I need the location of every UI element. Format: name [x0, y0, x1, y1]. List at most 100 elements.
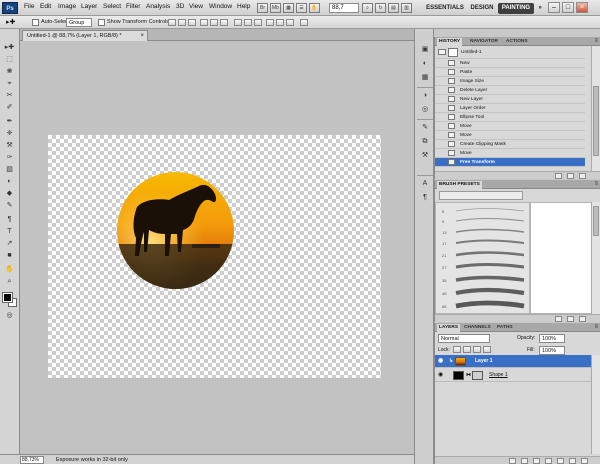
- tab-navigator[interactable]: NAVIGATOR: [468, 38, 500, 46]
- workspace-essentials[interactable]: ESSENTIALS: [424, 3, 466, 14]
- blend-mode-dropdown[interactable]: Normal: [438, 334, 490, 343]
- auto-select-dropdown[interactable]: Group: [66, 18, 92, 27]
- new-group-icon[interactable]: [557, 458, 564, 464]
- foreground-color-swatch[interactable]: [2, 292, 13, 303]
- hand-tool-icon[interactable]: ✋: [3, 265, 16, 274]
- zoom-level-field[interactable]: 88,7: [329, 3, 359, 13]
- new-brush-icon[interactable]: [567, 316, 574, 322]
- tab-brush-presets[interactable]: BRUSH PRESETS: [437, 181, 482, 189]
- lock-position-icon[interactable]: [473, 346, 481, 353]
- align-bottom-icon[interactable]: [188, 19, 196, 26]
- clone-stamp-tool-icon[interactable]: ⚒: [3, 141, 16, 150]
- shape-1-name[interactable]: Shape 1: [489, 369, 508, 382]
- chain-link-icon[interactable]: ⧓: [466, 372, 471, 379]
- distribute-left-icon[interactable]: [266, 19, 274, 26]
- zoom-tool-icon[interactable]: ⌕: [3, 277, 16, 286]
- layers-panel-menu-icon[interactable]: ≡: [594, 323, 598, 332]
- history-state[interactable]: New Layer: [435, 95, 585, 104]
- new-layer-icon[interactable]: [569, 458, 576, 464]
- lock-all-icon[interactable]: [483, 346, 491, 353]
- path-selection-tool-icon[interactable]: ↗: [3, 239, 16, 248]
- status-info-text[interactable]: Exposure works in 32-bit only: [56, 456, 128, 464]
- add-layer-style-icon[interactable]: [521, 458, 528, 464]
- menu-view[interactable]: View: [189, 3, 203, 10]
- history-snapshot[interactable]: Untitled-1: [435, 46, 585, 59]
- gradient-tool-icon[interactable]: ◐: [3, 177, 16, 186]
- swatches-panel-icon[interactable]: ▦: [419, 73, 431, 83]
- shape-tool-icon[interactable]: ■: [3, 251, 16, 260]
- layer-1-name[interactable]: Layer 1: [475, 355, 493, 368]
- history-state[interactable]: Delete Layer: [435, 86, 585, 95]
- layer-row-shape-1[interactable]: ◉ ⧓ Shape 1: [435, 369, 591, 382]
- history-state[interactable]: Move: [435, 149, 585, 158]
- blur-tool-icon[interactable]: ◆: [3, 189, 16, 198]
- tab-paths[interactable]: PATHS: [495, 324, 515, 332]
- delete-layer-icon[interactable]: [581, 458, 588, 464]
- brush-panel-icon[interactable]: ✎: [419, 123, 431, 133]
- quick-mask-icon[interactable]: ◎: [3, 311, 16, 320]
- menu-help[interactable]: Help: [237, 3, 250, 10]
- menu-window[interactable]: Window: [209, 3, 232, 10]
- distribute-right-icon[interactable]: [286, 19, 294, 26]
- history-scroll-thumb[interactable]: [593, 86, 599, 156]
- dodge-tool-icon[interactable]: ✎: [3, 201, 16, 210]
- align-left-icon[interactable]: [200, 19, 208, 26]
- history-state[interactable]: Free Transform: [435, 158, 585, 167]
- move-tool-preset-icon[interactable]: ▸✚: [6, 18, 15, 26]
- tab-layers[interactable]: LAYERS: [437, 324, 461, 332]
- workspace-design[interactable]: DESIGN: [468, 3, 496, 14]
- history-panel-menu-icon[interactable]: ≡: [594, 37, 598, 46]
- pen-tool-icon[interactable]: ¶: [3, 215, 16, 224]
- document-canvas[interactable]: [48, 135, 381, 378]
- screen-mode-icon[interactable]: ▥: [401, 3, 412, 13]
- menu-3d[interactable]: 3D: [176, 3, 184, 10]
- distribute-vcenter-icon[interactable]: [244, 19, 252, 26]
- brush-presets-menu-icon[interactable]: ≡: [594, 180, 598, 189]
- tool-presets-panel-icon[interactable]: ⚒: [419, 151, 431, 161]
- paragraph-panel-icon[interactable]: ¶: [419, 193, 431, 203]
- new-snapshot-icon[interactable]: [567, 173, 574, 179]
- lock-transparency-icon[interactable]: [453, 346, 461, 353]
- opacity-field[interactable]: 100%: [539, 334, 565, 343]
- mini-bridge-panel-icon[interactable]: ▣: [419, 45, 431, 55]
- lasso-tool-icon[interactable]: ❀: [3, 67, 16, 76]
- quick-selection-tool-icon[interactable]: ⌖: [3, 79, 16, 88]
- align-right-icon[interactable]: [220, 19, 228, 26]
- crop-tool-icon[interactable]: ✂: [3, 91, 16, 100]
- brush-presets-scroll-thumb[interactable]: [593, 206, 599, 236]
- status-zoom-field[interactable]: 88,73%: [20, 456, 44, 464]
- history-state[interactable]: Paste: [435, 68, 585, 77]
- auto-select-checkbox[interactable]: [32, 19, 39, 26]
- minimize-button[interactable]: –: [548, 2, 560, 13]
- delete-state-icon[interactable]: [579, 173, 586, 179]
- delete-brush-icon[interactable]: [579, 316, 586, 322]
- distribute-bottom-icon[interactable]: [254, 19, 262, 26]
- menu-image[interactable]: Image: [58, 3, 76, 10]
- fill-field[interactable]: 100%: [539, 346, 565, 355]
- distribute-hcenter-icon[interactable]: [276, 19, 284, 26]
- healing-brush-tool-icon[interactable]: ✒: [3, 117, 16, 126]
- history-state[interactable]: Image Size: [435, 77, 585, 86]
- masks-panel-icon[interactable]: ◎: [419, 105, 431, 115]
- canvas-area[interactable]: [20, 41, 414, 454]
- tab-channels[interactable]: CHANNELS: [462, 324, 493, 332]
- layer-row-layer-1[interactable]: ◉ ↳ Layer 1: [435, 355, 591, 368]
- close-button[interactable]: ×: [576, 2, 588, 13]
- menu-layer[interactable]: Layer: [81, 3, 97, 10]
- character-panel-icon[interactable]: A: [419, 179, 431, 189]
- align-hcenter-icon[interactable]: [210, 19, 218, 26]
- history-state[interactable]: Create Clipping Mask: [435, 140, 585, 149]
- eyedropper-tool-icon[interactable]: ✐: [3, 103, 16, 112]
- menu-select[interactable]: Select: [103, 3, 121, 10]
- align-top-icon[interactable]: [168, 19, 176, 26]
- horse-sunset-image[interactable]: [117, 172, 234, 289]
- adjustments-panel-icon[interactable]: ◑: [419, 91, 431, 101]
- arrange-documents-icon[interactable]: ▤: [388, 3, 399, 13]
- new-document-from-state-icon[interactable]: [555, 173, 562, 179]
- add-layer-mask-icon[interactable]: [533, 458, 540, 464]
- eraser-tool-icon[interactable]: ▧: [3, 165, 16, 174]
- rotate-view-icon[interactable]: ↻: [375, 3, 386, 13]
- menu-file[interactable]: File: [24, 3, 34, 10]
- link-layers-icon[interactable]: [509, 458, 516, 464]
- menu-analysis[interactable]: Analysis: [146, 3, 170, 10]
